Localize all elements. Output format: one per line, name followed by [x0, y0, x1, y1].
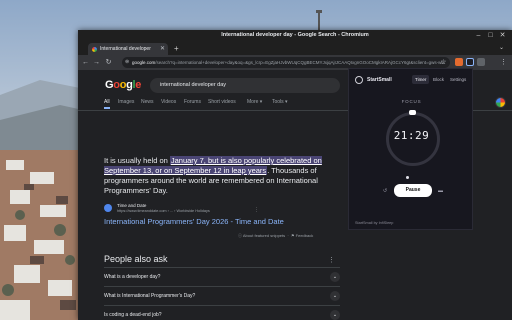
menu-kebab-icon[interactable]: ⋮	[498, 57, 509, 68]
about-featured-snippets-link[interactable]: About featured snippets	[243, 233, 285, 238]
url-host: google.com	[132, 60, 156, 65]
featured-snippet-footer: ⓘ About featured snippets · ⚑ Feedback	[238, 233, 314, 238]
browser-tab[interactable]: International developer ✕	[88, 43, 168, 55]
new-tab-icon[interactable]: +	[174, 44, 179, 54]
minimize-icon[interactable]: –	[473, 30, 484, 41]
search-input[interactable]: international developer day	[150, 78, 340, 93]
result-options-icon[interactable]: ⋮	[254, 207, 259, 213]
maximize-icon[interactable]: □	[485, 30, 496, 41]
popup-footer: StartSmall by InfiSleep	[355, 221, 394, 225]
tab-search-icon[interactable]: ⌄	[499, 44, 504, 51]
reset-icon[interactable]: ↺	[383, 185, 387, 197]
tab-short-videos[interactable]: Short videos	[208, 99, 236, 105]
popup-tab-settings[interactable]: Settings	[447, 75, 469, 84]
skip-icon[interactable]: ▬	[438, 185, 443, 197]
active-tab-indicator	[104, 107, 110, 109]
extensions-puzzle-icon[interactable]	[477, 58, 485, 66]
paa-question-text: What is a developer day?	[104, 274, 161, 280]
result-source[interactable]: Time and Date https://www.timeanddate.co…	[104, 203, 324, 215]
about-icon: ⓘ	[238, 233, 242, 238]
popup-tab-timer[interactable]: Timer	[412, 75, 430, 84]
timer-readout: 21:29	[393, 129, 430, 142]
address-bar[interactable]: ⊜ google.com/search?q=international+deve…	[122, 57, 450, 68]
reload-icon[interactable]: ↻	[103, 57, 114, 68]
forward-icon[interactable]: →	[91, 57, 102, 68]
tab-images[interactable]: Images	[118, 99, 134, 105]
startsmall-logo-icon	[355, 76, 363, 84]
tab-all[interactable]: All	[104, 99, 110, 105]
paa-question-text: Is coding a dead-end job?	[104, 312, 162, 318]
paa-question[interactable]: Is coding a dead-end job? ⌄	[104, 305, 340, 320]
session-indicator-dot	[406, 176, 409, 179]
result-title-link[interactable]: International Programmers' Day 2026 - Ti…	[104, 217, 284, 226]
chevron-down-icon[interactable]: ⌄	[330, 291, 340, 301]
chevron-down-icon[interactable]: ⌄	[330, 272, 340, 282]
paa-question[interactable]: What is International Programmer's Day? …	[104, 286, 340, 305]
tab-videos[interactable]: Videos	[161, 99, 176, 105]
extension-orange-icon[interactable]	[455, 58, 463, 66]
result-site-name: Time and Date	[117, 203, 147, 208]
feedback-link[interactable]: Feedback	[296, 233, 314, 238]
popup-app-name: StartSmall	[367, 77, 392, 83]
snippet-lead: It is usually held on	[104, 156, 170, 165]
people-also-ask-heading: People also ask	[104, 254, 168, 264]
url-path: /search?q=international+developer+day&oq…	[155, 60, 445, 65]
bookmark-star-icon[interactable]: ☆	[438, 57, 449, 68]
startsmall-extension-icon[interactable]	[466, 58, 474, 66]
back-icon[interactable]: ←	[80, 57, 91, 68]
google-account-avatar[interactable]	[495, 97, 506, 108]
google-favicon-icon	[92, 46, 97, 52]
tab-strip: International developer ✕ + ⌄	[78, 41, 512, 55]
tab-news[interactable]: News	[141, 99, 154, 105]
tab-label: International developer	[100, 46, 151, 52]
window-title: International developer day - Google Sea…	[78, 30, 512, 41]
featured-snippet-text: It is usually held on January 7, but is …	[104, 156, 344, 196]
tab-tools[interactable]: Tools ▾	[272, 99, 288, 105]
timer-mode-label: FOCUS	[401, 99, 422, 104]
result-site-url: https://www.timeanddate.com › ... › Worl…	[117, 209, 210, 213]
feedback-icon: ⚑	[290, 233, 295, 238]
pause-button[interactable]: Pause	[394, 184, 432, 197]
google-logo[interactable]: Google	[105, 79, 141, 91]
paa-question-text: What is International Programmer's Day?	[104, 293, 196, 299]
tab-more[interactable]: More ▾	[247, 99, 262, 105]
paa-options-icon[interactable]: ⋮	[328, 256, 335, 264]
close-icon[interactable]: ✕	[497, 30, 508, 41]
paa-question[interactable]: What is a developer day? ⌄	[104, 267, 340, 286]
timeanddate-favicon-icon	[104, 204, 112, 212]
chevron-down-icon[interactable]: ⌄	[330, 310, 340, 320]
site-info-icon[interactable]: ⊜	[125, 57, 129, 68]
tab-forums[interactable]: Forums	[184, 99, 201, 105]
startsmall-popup: StartSmall Timer Block Settings FOCUS 21…	[348, 68, 473, 230]
popup-tab-block[interactable]: Block	[430, 75, 447, 84]
timer-progress-handle	[409, 110, 416, 115]
tab-close-icon[interactable]: ✕	[160, 43, 165, 55]
